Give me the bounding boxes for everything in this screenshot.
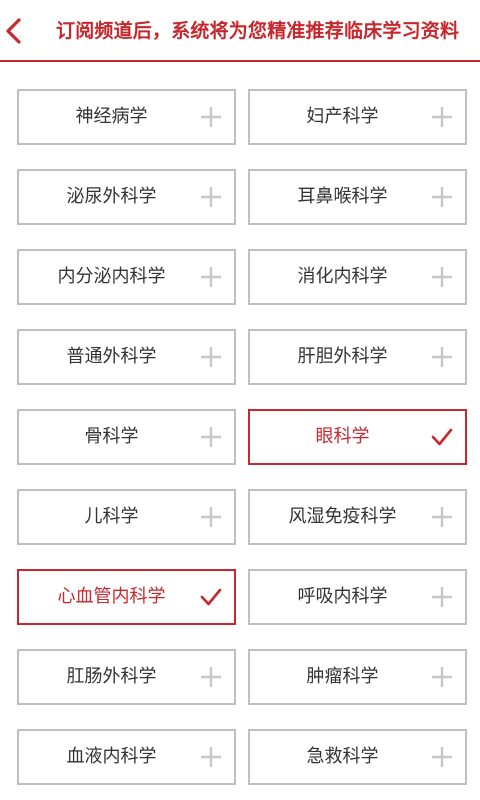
channel-grid: 神经病学 妇产科学泌尿外科学 耳鼻喉科学内分泌内科学 消化内科学普通外科学 肝胆外科学骨… bbox=[0, 0, 480, 800]
channel-card[interactable]: 神经病学 bbox=[17, 89, 236, 145]
channel-label: 消化内科学 bbox=[297, 266, 388, 287]
channel-label: 肛肠外科学 bbox=[66, 666, 157, 687]
channel-card[interactable]: 风湿免疫科学 bbox=[248, 489, 467, 545]
channel-card[interactable]: 儿科学 bbox=[17, 489, 236, 545]
plus-icon bbox=[431, 186, 453, 208]
channel-card[interactable]: 内分泌内科学 bbox=[17, 249, 236, 305]
plus-icon bbox=[200, 426, 222, 448]
plus-icon bbox=[200, 666, 222, 688]
plus-icon bbox=[200, 346, 222, 368]
channel-label: 心血管内科学 bbox=[57, 586, 166, 607]
channel-label: 耳鼻喉科学 bbox=[297, 186, 388, 207]
channel-label: 急救科学 bbox=[306, 746, 379, 767]
channel-card[interactable]: 普通外科学 bbox=[17, 329, 236, 385]
channel-card[interactable]: 妇产科学 bbox=[248, 89, 467, 145]
check-icon bbox=[431, 426, 453, 448]
channel-card[interactable]: 泌尿外科学 bbox=[17, 169, 236, 225]
plus-icon bbox=[431, 346, 453, 368]
channel-label: 风湿免疫科学 bbox=[288, 506, 397, 527]
channel-label: 肿瘤科学 bbox=[306, 666, 379, 687]
plus-icon bbox=[431, 266, 453, 288]
channel-card[interactable]: 急救科学 bbox=[248, 729, 467, 785]
check-icon bbox=[200, 586, 222, 608]
plus-icon bbox=[200, 506, 222, 528]
channel-card[interactable]: 肛肠外科学 bbox=[17, 649, 236, 705]
plus-icon bbox=[200, 186, 222, 208]
channel-card[interactable]: 耳鼻喉科学 bbox=[248, 169, 467, 225]
channel-card[interactable]: 眼科学 bbox=[248, 409, 467, 465]
channel-label: 血液内科学 bbox=[66, 746, 157, 767]
channel-card[interactable]: 骨科学 bbox=[17, 409, 236, 465]
channel-card[interactable]: 肝胆外科学 bbox=[248, 329, 467, 385]
channel-label: 呼吸内科学 bbox=[297, 586, 388, 607]
plus-icon bbox=[200, 746, 222, 768]
channel-label: 内分泌内科学 bbox=[57, 266, 166, 287]
channel-label: 肝胆外科学 bbox=[297, 346, 388, 367]
channel-label: 普通外科学 bbox=[66, 346, 157, 367]
channel-card[interactable]: 呼吸内科学 bbox=[248, 569, 467, 625]
plus-icon bbox=[431, 506, 453, 528]
channel-label: 妇产科学 bbox=[306, 106, 379, 127]
channel-card[interactable]: 血液内科学 bbox=[17, 729, 236, 785]
channel-label: 泌尿外科学 bbox=[66, 186, 157, 207]
plus-icon bbox=[200, 106, 222, 128]
channel-card[interactable]: 消化内科学 bbox=[248, 249, 467, 305]
plus-icon bbox=[431, 586, 453, 608]
channel-card[interactable]: 肿瘤科学 bbox=[248, 649, 467, 705]
plus-icon bbox=[431, 106, 453, 128]
channel-label: 骨科学 bbox=[84, 426, 139, 447]
channel-label: 神经病学 bbox=[75, 106, 148, 127]
plus-icon bbox=[431, 666, 453, 688]
plus-icon bbox=[200, 266, 222, 288]
plus-icon bbox=[431, 746, 453, 768]
channel-card[interactable]: 心血管内科学 bbox=[17, 569, 236, 625]
channel-label: 眼科学 bbox=[315, 426, 370, 447]
channel-label: 儿科学 bbox=[84, 506, 139, 527]
